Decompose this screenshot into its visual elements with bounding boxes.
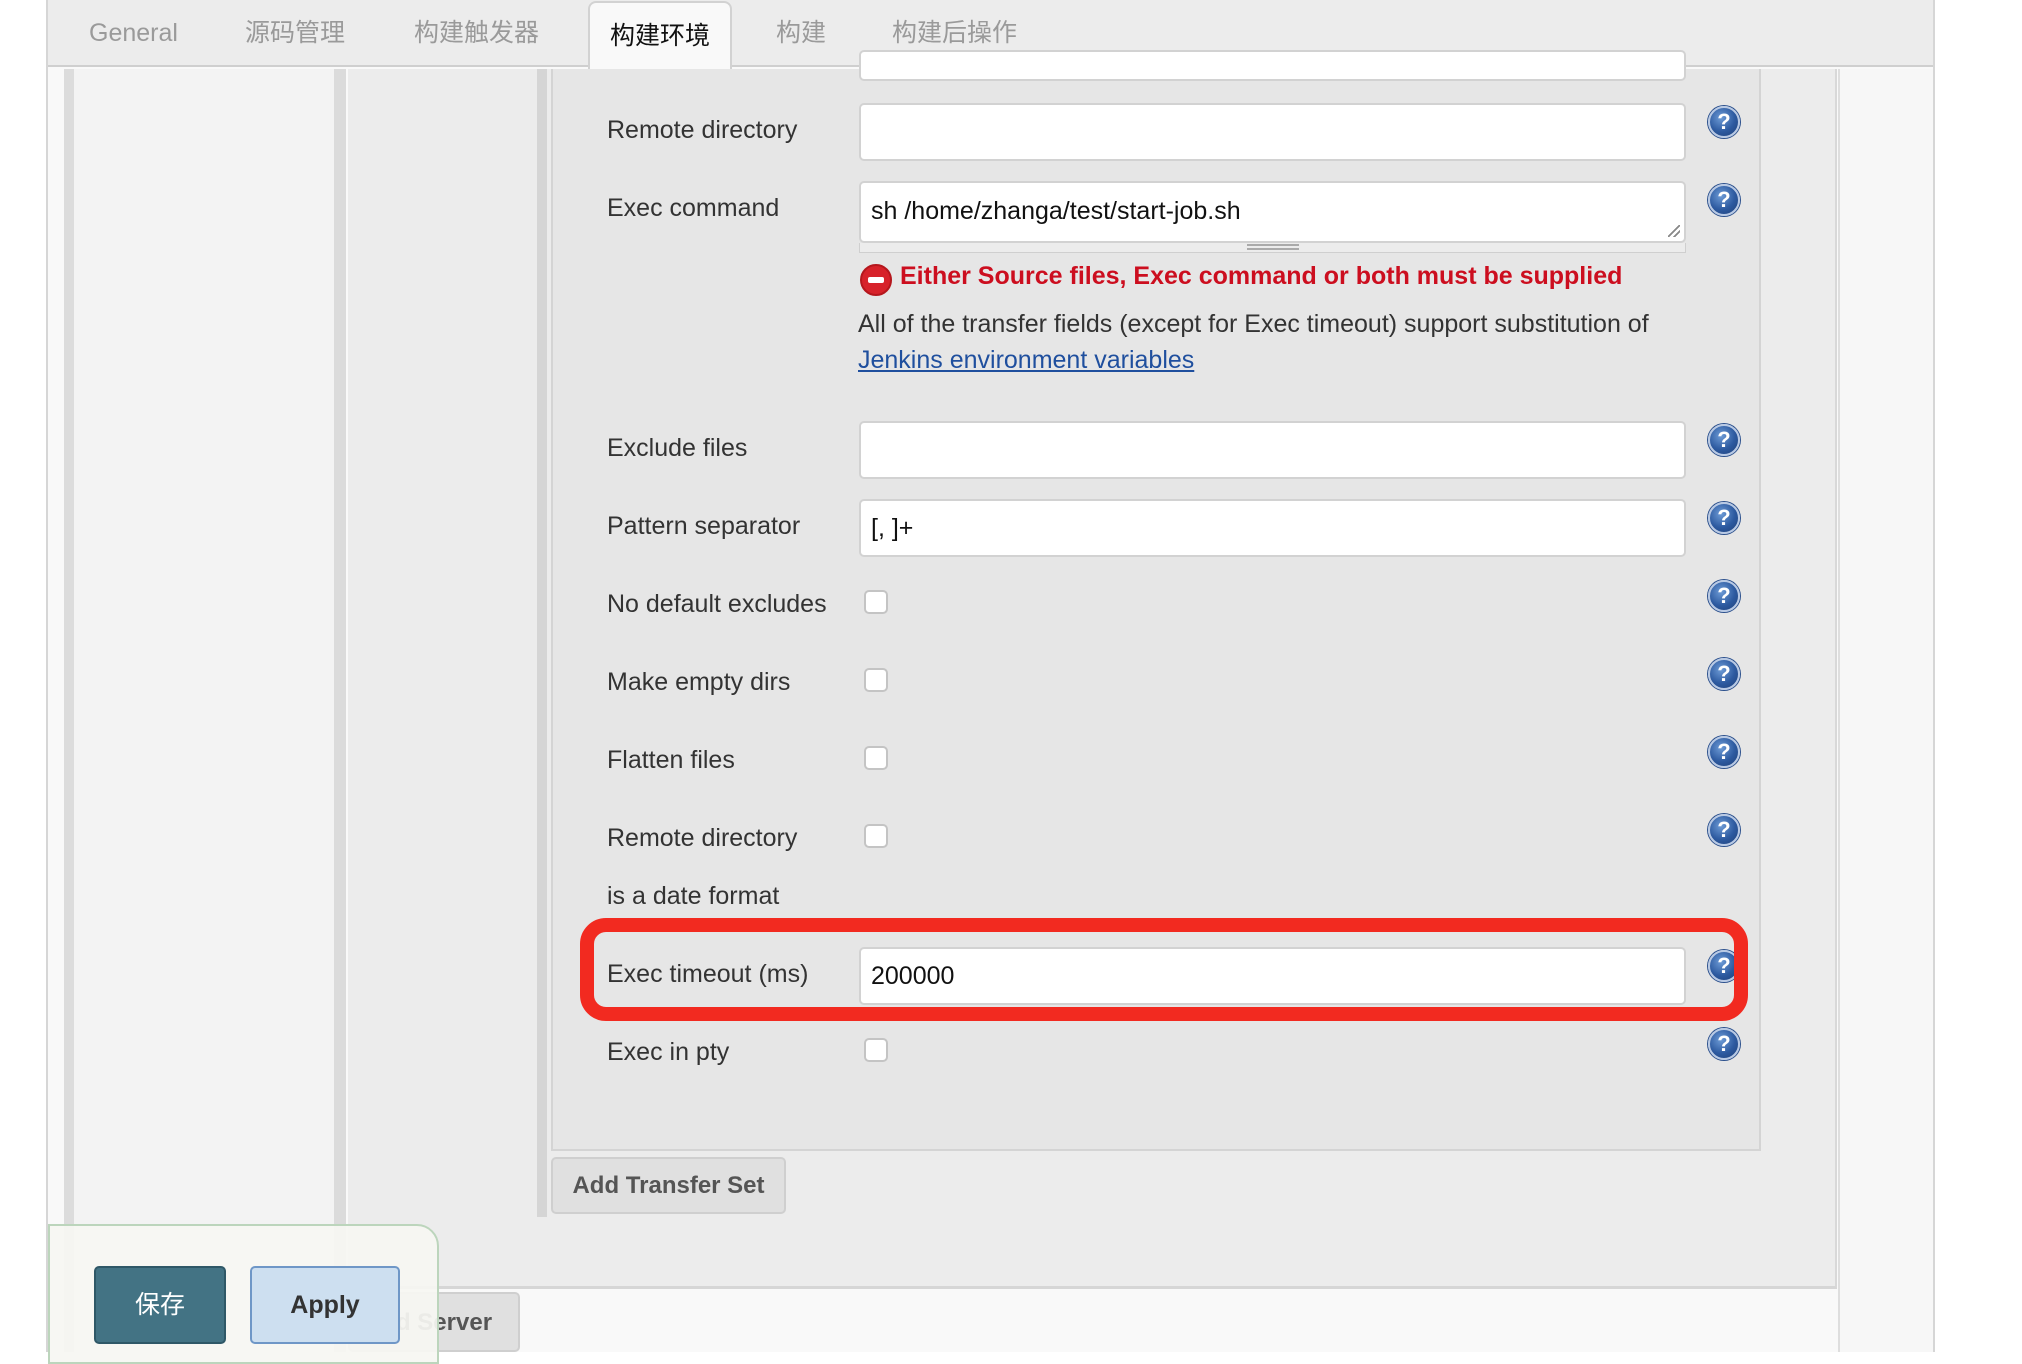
save-button[interactable]: 保存 <box>94 1266 226 1344</box>
error-icon <box>860 264 892 296</box>
textarea-resize-handle[interactable] <box>859 243 1686 253</box>
jenkins-env-vars-link[interactable]: Jenkins environment variables <box>858 346 1194 375</box>
help-icon[interactable]: ? <box>1708 814 1740 846</box>
tab-general[interactable]: General <box>89 0 178 67</box>
validation-error-message: Either Source files, Exec command or bot… <box>900 262 1623 290</box>
source-files-input[interactable] <box>859 50 1686 81</box>
tab-source-code-management[interactable]: 源码管理 <box>245 0 345 67</box>
help-icon[interactable]: ? <box>1708 658 1740 690</box>
flatten-files-label: Flatten files <box>607 746 735 774</box>
section-panel-right-edge <box>1838 69 1933 1352</box>
exec-command-textarea[interactable]: sh /home/zhanga/test/start-job.sh <box>859 181 1686 243</box>
grip-lines-icon <box>1247 244 1299 250</box>
help-icon[interactable]: ? <box>1708 424 1740 456</box>
section-indent-bar <box>64 69 74 1352</box>
transfer-set-indent-bar <box>537 69 547 1217</box>
section-indent-bar <box>334 69 346 1352</box>
annotation-highlight-box <box>580 918 1748 1021</box>
exclude-files-input[interactable] <box>859 421 1686 479</box>
remote-dir-date-label-line1: Remote directory <box>607 824 798 852</box>
tab-build[interactable]: 构建 <box>776 0 826 67</box>
help-icon[interactable]: ? <box>1708 580 1740 612</box>
exec-command-label: Exec command <box>607 194 780 222</box>
remote-directory-input[interactable] <box>859 103 1686 161</box>
remote-dir-date-label-line2: is a date format <box>607 882 780 910</box>
exec-command-value: sh /home/zhanga/test/start-job.sh <box>871 197 1241 225</box>
tab-build-environment[interactable]: 构建环境 <box>588 1 733 71</box>
help-icon[interactable]: ? <box>1708 736 1740 768</box>
no-default-excludes-label: No default excludes <box>607 590 827 618</box>
tab-build-triggers[interactable]: 构建触发器 <box>414 0 539 67</box>
section-panel-outer <box>74 69 334 1352</box>
exec-in-pty-label: Exec in pty <box>607 1038 730 1066</box>
pattern-separator-input[interactable] <box>859 499 1686 557</box>
exec-in-pty-checkbox[interactable] <box>864 1038 888 1062</box>
help-icon[interactable]: ? <box>1708 1028 1740 1060</box>
resize-grip-icon[interactable] <box>1668 225 1680 237</box>
pattern-separator-label: Pattern separator <box>607 512 801 540</box>
substitution-info-text: All of the transfer fields (except for E… <box>858 310 1649 338</box>
apply-button[interactable]: Apply <box>250 1266 400 1344</box>
no-default-excludes-checkbox[interactable] <box>864 590 888 614</box>
flatten-files-checkbox[interactable] <box>864 746 888 770</box>
exclude-files-label: Exclude files <box>607 434 748 462</box>
help-icon[interactable]: ? <box>1708 106 1740 138</box>
remote-directory-label: Remote directory <box>607 116 798 144</box>
add-transfer-set-button[interactable]: Add Transfer Set <box>551 1157 786 1214</box>
make-empty-dirs-label: Make empty dirs <box>607 668 791 696</box>
make-empty-dirs-checkbox[interactable] <box>864 668 888 692</box>
remote-dir-date-checkbox[interactable] <box>864 824 888 848</box>
help-icon[interactable]: ? <box>1708 502 1740 534</box>
help-icon[interactable]: ? <box>1708 184 1740 216</box>
